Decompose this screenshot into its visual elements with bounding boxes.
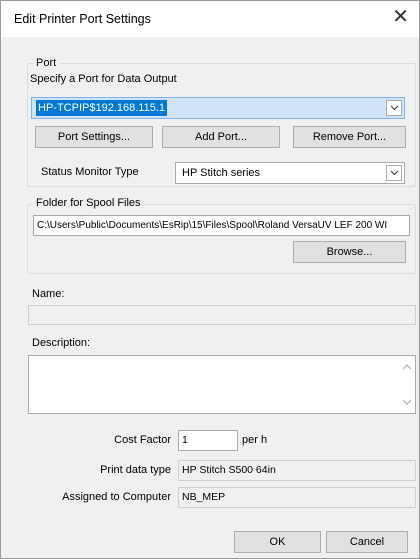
scroll-down-icon[interactable] xyxy=(402,396,412,408)
port-caption: Specify a Port for Data Output xyxy=(30,73,177,85)
print-data-type-label: Print data type xyxy=(100,464,171,476)
status-monitor-label: Status Monitor Type xyxy=(41,166,139,178)
status-monitor-value: HP Stitch series xyxy=(182,167,261,179)
description-textarea[interactable] xyxy=(28,355,416,414)
port-select-value: HP-TCPIP$192.168.115.1 xyxy=(36,100,167,116)
spool-path-field[interactable]: C:\Users\Public\Documents\EsRip\15\Files… xyxy=(33,215,410,236)
remove-port-button[interactable]: Remove Port... xyxy=(293,126,406,148)
close-icon[interactable]: ✕ xyxy=(392,7,409,27)
port-settings-button[interactable]: Port Settings... xyxy=(35,126,153,148)
window-title: Edit Printer Port Settings xyxy=(14,12,151,26)
chevron-down-icon[interactable] xyxy=(386,100,402,116)
cost-unit-label: per h xyxy=(242,434,268,446)
cost-factor-input[interactable]: 1 xyxy=(178,430,238,451)
cancel-button[interactable]: Cancel xyxy=(326,531,408,553)
assigned-computer-label: Assigned to Computer xyxy=(62,491,171,503)
port-select[interactable]: HP-TCPIP$192.168.115.1 xyxy=(31,97,405,119)
scroll-up-icon[interactable] xyxy=(402,361,412,373)
add-port-button[interactable]: Add Port... xyxy=(162,126,280,148)
dialog-window: Edit Printer Port Settings ✕ Port Specif… xyxy=(0,0,420,559)
assigned-computer-field: NB_MEP xyxy=(178,487,416,508)
name-field[interactable] xyxy=(28,305,416,325)
description-label: Description: xyxy=(32,337,91,349)
name-label: Name: xyxy=(32,288,65,300)
chevron-down-icon[interactable] xyxy=(386,165,402,181)
ok-button[interactable]: OK xyxy=(234,531,321,553)
port-legend: Port xyxy=(33,57,60,69)
status-monitor-select[interactable]: HP Stitch series xyxy=(175,162,405,184)
cost-factor-label: Cost Factor xyxy=(114,434,171,446)
spool-legend: Folder for Spool Files xyxy=(33,197,144,209)
print-data-type-field: HP Stitch S500 64in xyxy=(178,460,416,481)
browse-button[interactable]: Browse... xyxy=(293,241,406,263)
title-bar: Edit Printer Port Settings ✕ xyxy=(1,1,419,37)
